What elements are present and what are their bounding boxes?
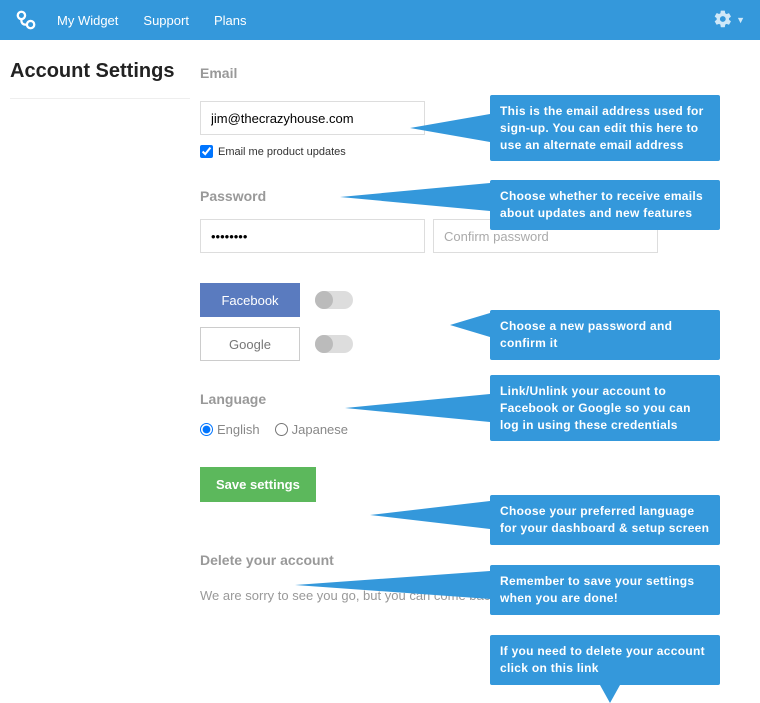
callout-delete-text: If you need to delete your account click… [500, 644, 705, 675]
language-japanese-label: Japanese [292, 422, 348, 437]
sidebar: Account Settings [0, 60, 190, 603]
nav-plans[interactable]: Plans [214, 13, 247, 28]
callout-language-text: Choose your preferred language for your … [500, 504, 709, 535]
app-logo-icon [15, 9, 37, 31]
facebook-toggle[interactable] [315, 291, 353, 309]
callout-password-text: Choose a new password and confirm it [500, 319, 672, 350]
callout-save-text: Remember to save your settings when you … [500, 574, 694, 605]
callout-email-text: This is the email address used for sign-… [500, 104, 704, 152]
gear-icon [713, 9, 733, 32]
callout-password: Choose a new password and confirm it [490, 310, 720, 360]
callout-updates: Choose whether to receive emails about u… [490, 180, 720, 230]
callout-language: Choose your preferred language for your … [490, 495, 720, 545]
page-title: Account Settings [10, 60, 190, 99]
language-japanese-option[interactable]: Japanese [275, 422, 348, 437]
email-input[interactable] [200, 101, 425, 135]
callout-social: Link/Unlink your account to Facebook or … [490, 375, 720, 441]
settings-menu[interactable]: ▼ [713, 0, 745, 40]
google-toggle[interactable] [315, 335, 353, 353]
product-updates-checkbox[interactable] [200, 145, 213, 158]
language-english-option[interactable]: English [200, 422, 260, 437]
google-button[interactable]: Google [200, 327, 300, 361]
facebook-button[interactable]: Facebook [200, 283, 300, 317]
main-content: Email Email me product updates Password … [190, 60, 760, 603]
password-input[interactable] [200, 219, 425, 253]
nav-support[interactable]: Support [143, 13, 189, 28]
language-japanese-radio[interactable] [275, 423, 288, 436]
caret-down-icon: ▼ [736, 15, 745, 25]
language-english-radio[interactable] [200, 423, 213, 436]
email-section-label: Email [200, 65, 750, 81]
callout-social-text: Link/Unlink your account to Facebook or … [500, 384, 691, 432]
callout-delete: If you need to delete your account click… [490, 635, 720, 685]
nav-my-widget[interactable]: My Widget [57, 13, 118, 28]
product-updates-label: Email me product updates [218, 146, 346, 158]
callout-email: This is the email address used for sign-… [490, 95, 720, 161]
save-settings-button[interactable]: Save settings [200, 467, 316, 502]
top-header: My Widget Support Plans ▼ [0, 0, 760, 40]
callout-save: Remember to save your settings when you … [490, 565, 720, 615]
language-english-label: English [217, 422, 260, 437]
callout-updates-text: Choose whether to receive emails about u… [500, 189, 703, 220]
